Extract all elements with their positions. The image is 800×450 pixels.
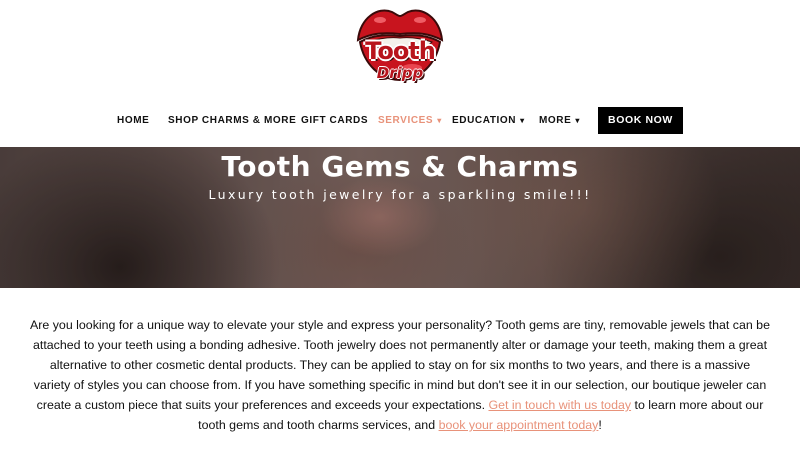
hero-title: Tooth Gems & Charms	[221, 150, 579, 183]
nav-services-label: SERVICES	[378, 115, 434, 126]
hero-subtitle: Luxury tooth jewelry for a sparkling smi…	[208, 187, 592, 202]
book-now-button[interactable]: BOOK NOW	[598, 107, 683, 134]
intro-paragraph: Are you looking for a unique way to elev…	[30, 315, 770, 435]
nav-education[interactable]: EDUCATION ▾	[452, 107, 525, 134]
site-header: Tooth Dripp HOME SHOP CHARMS & MORE GIFT…	[0, 0, 800, 147]
nav-home-label: HOME	[117, 115, 150, 126]
intro-text-end: !	[598, 418, 602, 432]
get-in-touch-link[interactable]: Get in touch with us today	[488, 398, 631, 412]
book-appointment-link[interactable]: book your appointment today	[439, 418, 599, 432]
logo-wordmark-tooth: Tooth	[365, 37, 436, 65]
nav-gift-cards-label: GIFT CARDS	[301, 115, 369, 126]
chevron-down-icon: ▾	[575, 116, 581, 125]
nav-home[interactable]: HOME	[117, 107, 149, 134]
logo-wordmark-dripp: Dripp	[376, 64, 424, 82]
nav-more-label: MORE	[539, 115, 572, 126]
chevron-down-icon: ▾	[437, 116, 442, 125]
nav-services[interactable]: SERVICES ▾	[378, 107, 442, 134]
nav-education-label: EDUCATION	[452, 115, 517, 126]
hero-banner: Tooth Gems & Charms Luxury tooth jewelry…	[0, 147, 800, 288]
nav-more[interactable]: MORE ▾	[539, 107, 580, 134]
nav-shop-charms[interactable]: SHOP CHARMS & MORE	[168, 107, 296, 134]
nav-gift-cards[interactable]: GIFT CARDS	[301, 107, 368, 134]
chevron-down-icon: ▾	[520, 116, 525, 125]
tooth-dripp-logo[interactable]: Tooth Dripp	[350, 4, 450, 90]
nav-shop-charms-label: SHOP CHARMS & MORE	[168, 115, 297, 126]
